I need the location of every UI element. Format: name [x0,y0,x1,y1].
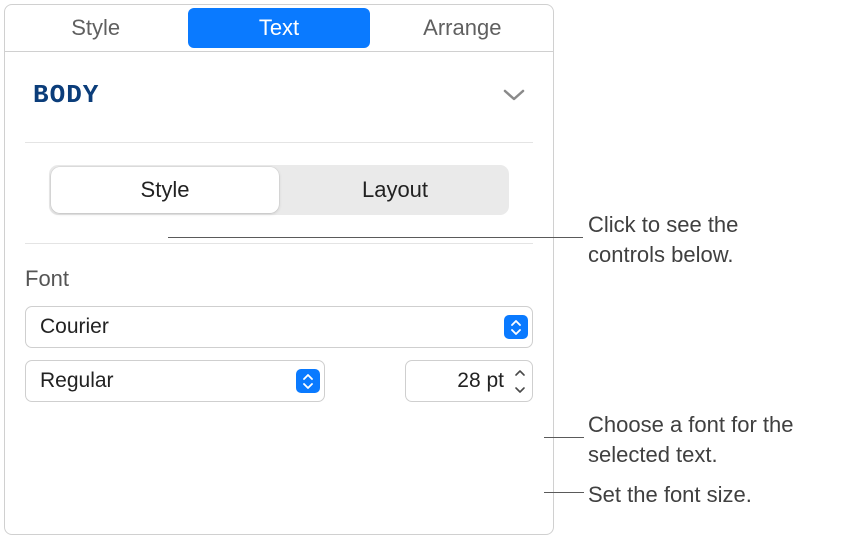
callout-line [544,437,584,438]
font-section-label: Font [25,266,533,292]
tab-arrange[interactable]: Arrange [372,5,553,51]
callout-font-size: Set the font size. [588,480,838,510]
stepper-down-button[interactable] [510,381,530,398]
tab-text[interactable]: Text [188,8,369,48]
paragraph-style-label: BODY [33,80,99,110]
callout-line [544,492,584,493]
stepper-up-button[interactable] [510,364,530,381]
callout-line [168,237,583,238]
font-size-stepper [510,364,530,398]
callout-font-family: Choose a font for the selected text. [588,410,857,469]
font-family-popup[interactable]: Courier [25,306,533,348]
subtab-layout[interactable]: Layout [281,165,509,215]
callout-style-tab: Click to see the controls below. [588,210,818,269]
paragraph-style-popup[interactable]: BODY [25,80,533,110]
font-size-field[interactable]: 28 pt [405,360,533,402]
font-weight-value: Regular [40,369,114,393]
updown-icon [296,369,320,393]
tab-style[interactable]: Style [5,5,186,51]
subtab-style[interactable]: Style [51,167,279,213]
divider [25,243,533,244]
font-size-value: 28 pt [418,369,510,393]
annotations-area: Click to see the controls below. Choose … [558,0,857,539]
updown-icon [504,315,528,339]
format-inspector-panel: Style Text Arrange BODY Style Layout Fon… [4,4,554,535]
text-subtabs: Style Layout [49,165,509,215]
chevron-down-icon [503,88,525,102]
font-family-value: Courier [40,315,109,339]
font-weight-popup[interactable]: Regular [25,360,325,402]
inspector-tabs: Style Text Arrange [5,5,553,52]
